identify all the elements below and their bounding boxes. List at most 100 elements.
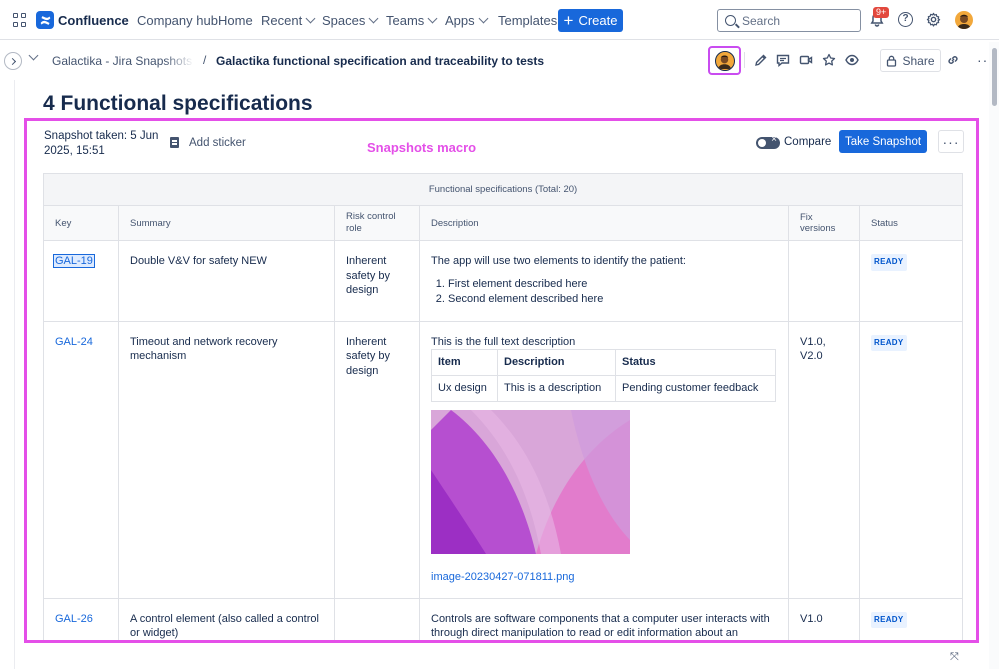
app-switcher-icon[interactable] — [13, 13, 27, 27]
toolbar-divider — [744, 52, 745, 68]
plus-icon: + — [564, 16, 574, 26]
inner-header: Item — [432, 350, 498, 376]
snapshot-taken-timestamp: Snapshot taken: 5 Jun 2025, 15:51 — [44, 129, 164, 159]
description-intro: This is the full text description — [431, 335, 777, 350]
description-cell: This is the full text description Item D… — [420, 321, 789, 598]
page-scrollbar[interactable] — [989, 42, 999, 669]
summary-cell: Timeout and network recovery mechanism — [119, 321, 335, 598]
nav-label: Home — [218, 13, 253, 28]
table-row: GAL-26 A control element (also called a … — [44, 598, 963, 643]
sidebar-expand-button[interactable] — [4, 52, 22, 70]
resize-handle-icon[interactable]: ⤧ — [950, 651, 959, 664]
search-icon — [725, 15, 736, 26]
column-header-status[interactable]: Status — [860, 206, 963, 241]
description-cell: Controls are software components that a … — [420, 598, 789, 643]
chevron-down-icon — [478, 14, 488, 24]
column-header-summary[interactable]: Summary — [119, 206, 335, 241]
share-label: Share — [902, 54, 934, 68]
nav-label: Company hub — [137, 13, 218, 28]
table-row: GAL-19 Double V&V for safety NEW Inheren… — [44, 241, 963, 322]
compare-toggle[interactable] — [756, 137, 780, 149]
copy-link-icon[interactable] — [946, 53, 960, 67]
watch-eye-icon[interactable] — [845, 53, 859, 67]
comment-icon[interactable] — [776, 53, 790, 67]
image-filename-link[interactable]: image-20230427-071811.png — [431, 570, 777, 585]
lock-icon — [886, 55, 897, 67]
add-sticker-button[interactable]: Add sticker — [189, 137, 246, 149]
content-left-border — [14, 80, 15, 669]
user-avatar[interactable] — [955, 11, 973, 29]
nav-label: Spaces — [322, 13, 365, 28]
inner-header: Description — [498, 350, 616, 376]
list-item: Second element described here — [448, 292, 777, 307]
risk-cell: Inherent safety by design — [335, 321, 420, 598]
nav-home[interactable]: Home — [218, 13, 253, 28]
nav-apps[interactable]: Apps — [445, 13, 487, 28]
nav-teams[interactable]: Teams — [386, 13, 436, 28]
list-item: First element described here — [448, 277, 777, 292]
video-record-icon[interactable] — [799, 53, 813, 67]
table-row: GAL-24 Timeout and network recovery mech… — [44, 321, 963, 598]
collaborator-avatar-highlight[interactable] — [708, 46, 741, 75]
confluence-logo-icon[interactable] — [36, 11, 54, 29]
nav-label: Teams — [386, 13, 424, 28]
risk-cell: Inherent safety by design — [335, 241, 420, 322]
nav-company-hub[interactable]: Company hub — [137, 13, 218, 28]
nav-spaces[interactable]: Spaces — [322, 13, 377, 28]
issue-key-link[interactable]: GAL-26 — [55, 613, 93, 625]
chevron-down-icon — [306, 14, 316, 24]
column-header-description[interactable]: Description — [420, 206, 789, 241]
nav-recent[interactable]: Recent — [261, 13, 314, 28]
inner-table: Item Description Status Ux design This i… — [431, 349, 776, 402]
description-list: First element described here Second elem… — [448, 277, 777, 307]
search-input[interactable]: Search — [717, 9, 861, 32]
column-header-risk-control-role[interactable]: Risk control role — [335, 206, 420, 241]
share-button[interactable]: Share — [880, 49, 941, 72]
chevron-down-icon — [369, 14, 379, 24]
risk-cell — [335, 598, 420, 643]
create-label: Create — [578, 13, 617, 28]
brand-name[interactable]: Confluence — [58, 13, 129, 28]
fix-versions-cell: V1.0 — [789, 598, 860, 643]
nav-templates[interactable]: Templates — [498, 13, 557, 28]
status-badge: READY — [871, 335, 907, 352]
scrollbar-thumb[interactable] — [992, 48, 997, 106]
status-cell: READY — [860, 598, 963, 643]
issue-key-link[interactable]: GAL-24 — [55, 336, 93, 348]
column-header-fix-versions[interactable]: Fix versions — [789, 206, 860, 241]
table-caption: Functional specifications (Total: 20) — [44, 174, 963, 206]
breadcrumb-space-link[interactable]: Galactika - Jira Snapshots Ex — [52, 54, 194, 68]
create-button[interactable]: + Create — [558, 9, 623, 32]
take-snapshot-button[interactable]: Take Snapshot — [839, 130, 927, 153]
functional-specifications-table: Functional specifications (Total: 20) Ke… — [43, 173, 963, 643]
status-badge: READY — [871, 612, 907, 629]
summary-cell: Double V&V for safety NEW — [119, 241, 335, 322]
attached-image[interactable] — [431, 410, 630, 554]
help-icon[interactable]: ? — [898, 12, 913, 27]
star-icon[interactable] — [822, 53, 836, 67]
fix-versions-cell — [789, 241, 860, 322]
settings-gear-icon[interactable] — [926, 12, 941, 27]
status-cell: READY — [860, 321, 963, 598]
collapse-chevron-icon[interactable] — [29, 51, 39, 61]
breadcrumb-separator: / — [203, 53, 206, 67]
chevron-right-icon — [8, 57, 15, 64]
inner-cell: Pending customer feedback — [616, 376, 776, 402]
macro-more-actions-icon[interactable]: ··· — [938, 130, 964, 153]
snapshots-macro: Snapshot taken: 5 Jun 2025, 15:51 Add st… — [24, 118, 979, 643]
compare-label: Compare — [784, 136, 831, 148]
inner-header: Status — [616, 350, 776, 376]
column-header-key[interactable]: Key — [44, 206, 119, 241]
sticker-icon[interactable] — [170, 137, 179, 148]
inner-cell: Ux design — [432, 376, 498, 402]
nav-label: Templates — [498, 13, 557, 28]
search-placeholder: Search — [742, 14, 780, 28]
issue-key-link[interactable]: GAL-19 — [54, 255, 94, 267]
edit-pencil-icon[interactable] — [754, 53, 768, 67]
status-badge: READY — [871, 254, 907, 271]
nav-label: Recent — [261, 13, 302, 28]
chevron-down-icon — [428, 14, 438, 24]
page-heading: 4 Functional specifications — [43, 92, 313, 116]
breadcrumb-page-link[interactable]: Galactika functional specification and t… — [216, 54, 544, 68]
top-navigation: Confluence Company hub Home Recent Space… — [0, 0, 999, 40]
